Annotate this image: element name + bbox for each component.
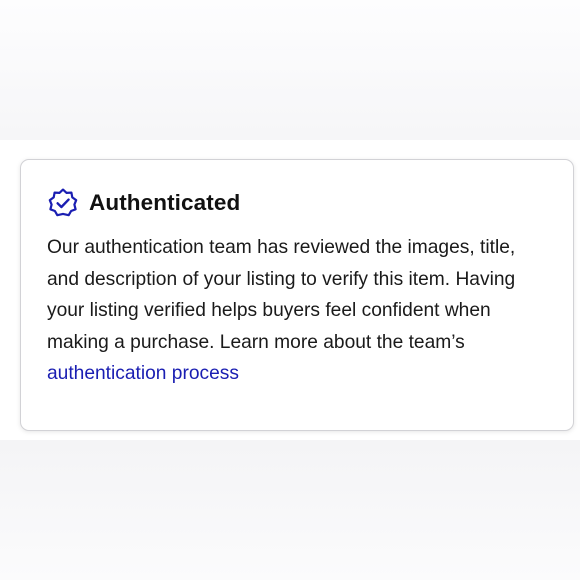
card-header: Authenticated: [47, 187, 240, 219]
card-description: Our authentication team has reviewed the…: [47, 232, 567, 390]
background-top: [0, 0, 580, 140]
authentication-card: Authenticated Our authentication team ha…: [20, 159, 574, 431]
authentication-process-link[interactable]: authentication process: [47, 363, 239, 384]
description-line-link: authentication process: [47, 358, 567, 390]
description-line: Our authentication team has reviewed the…: [47, 237, 516, 258]
description-line: your listing verified helps buyers feel …: [47, 300, 491, 321]
description-line: making a purchase. Learn more about the …: [47, 331, 465, 353]
background-bottom: [0, 440, 580, 580]
card-title: Authenticated: [89, 190, 241, 215]
description-line: and description of your listing to verif…: [47, 268, 516, 290]
verified-badge-icon: [47, 187, 79, 219]
